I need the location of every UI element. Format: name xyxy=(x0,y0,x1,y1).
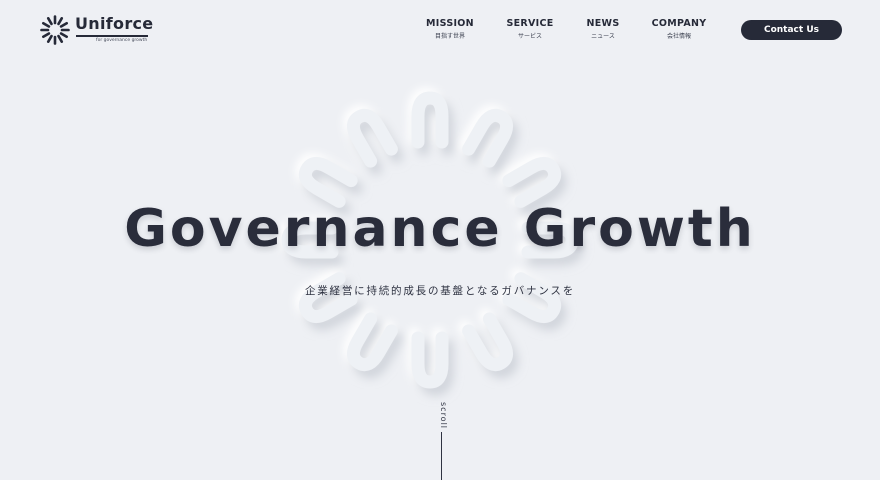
embossed-u-shape xyxy=(346,108,398,168)
scroll-indicator-label[interactable]: scroll xyxy=(434,402,448,430)
embossed-u-shape xyxy=(462,312,514,372)
hero-title: Governance Growth xyxy=(124,199,756,259)
embossed-u-shape xyxy=(411,91,449,149)
embossed-u-shape xyxy=(462,108,514,168)
embossed-u-shape xyxy=(502,156,562,208)
page: Uniforce for governance growth MISSION 目… xyxy=(0,0,880,480)
embossed-u-shape xyxy=(298,156,358,208)
embossed-u-shape xyxy=(346,312,398,372)
hero-subtitle: 企業経営に持続的成長の基盤となるガバナンスを xyxy=(304,285,576,297)
scroll-indicator-line xyxy=(441,432,442,480)
embossed-u-shape xyxy=(411,331,449,389)
